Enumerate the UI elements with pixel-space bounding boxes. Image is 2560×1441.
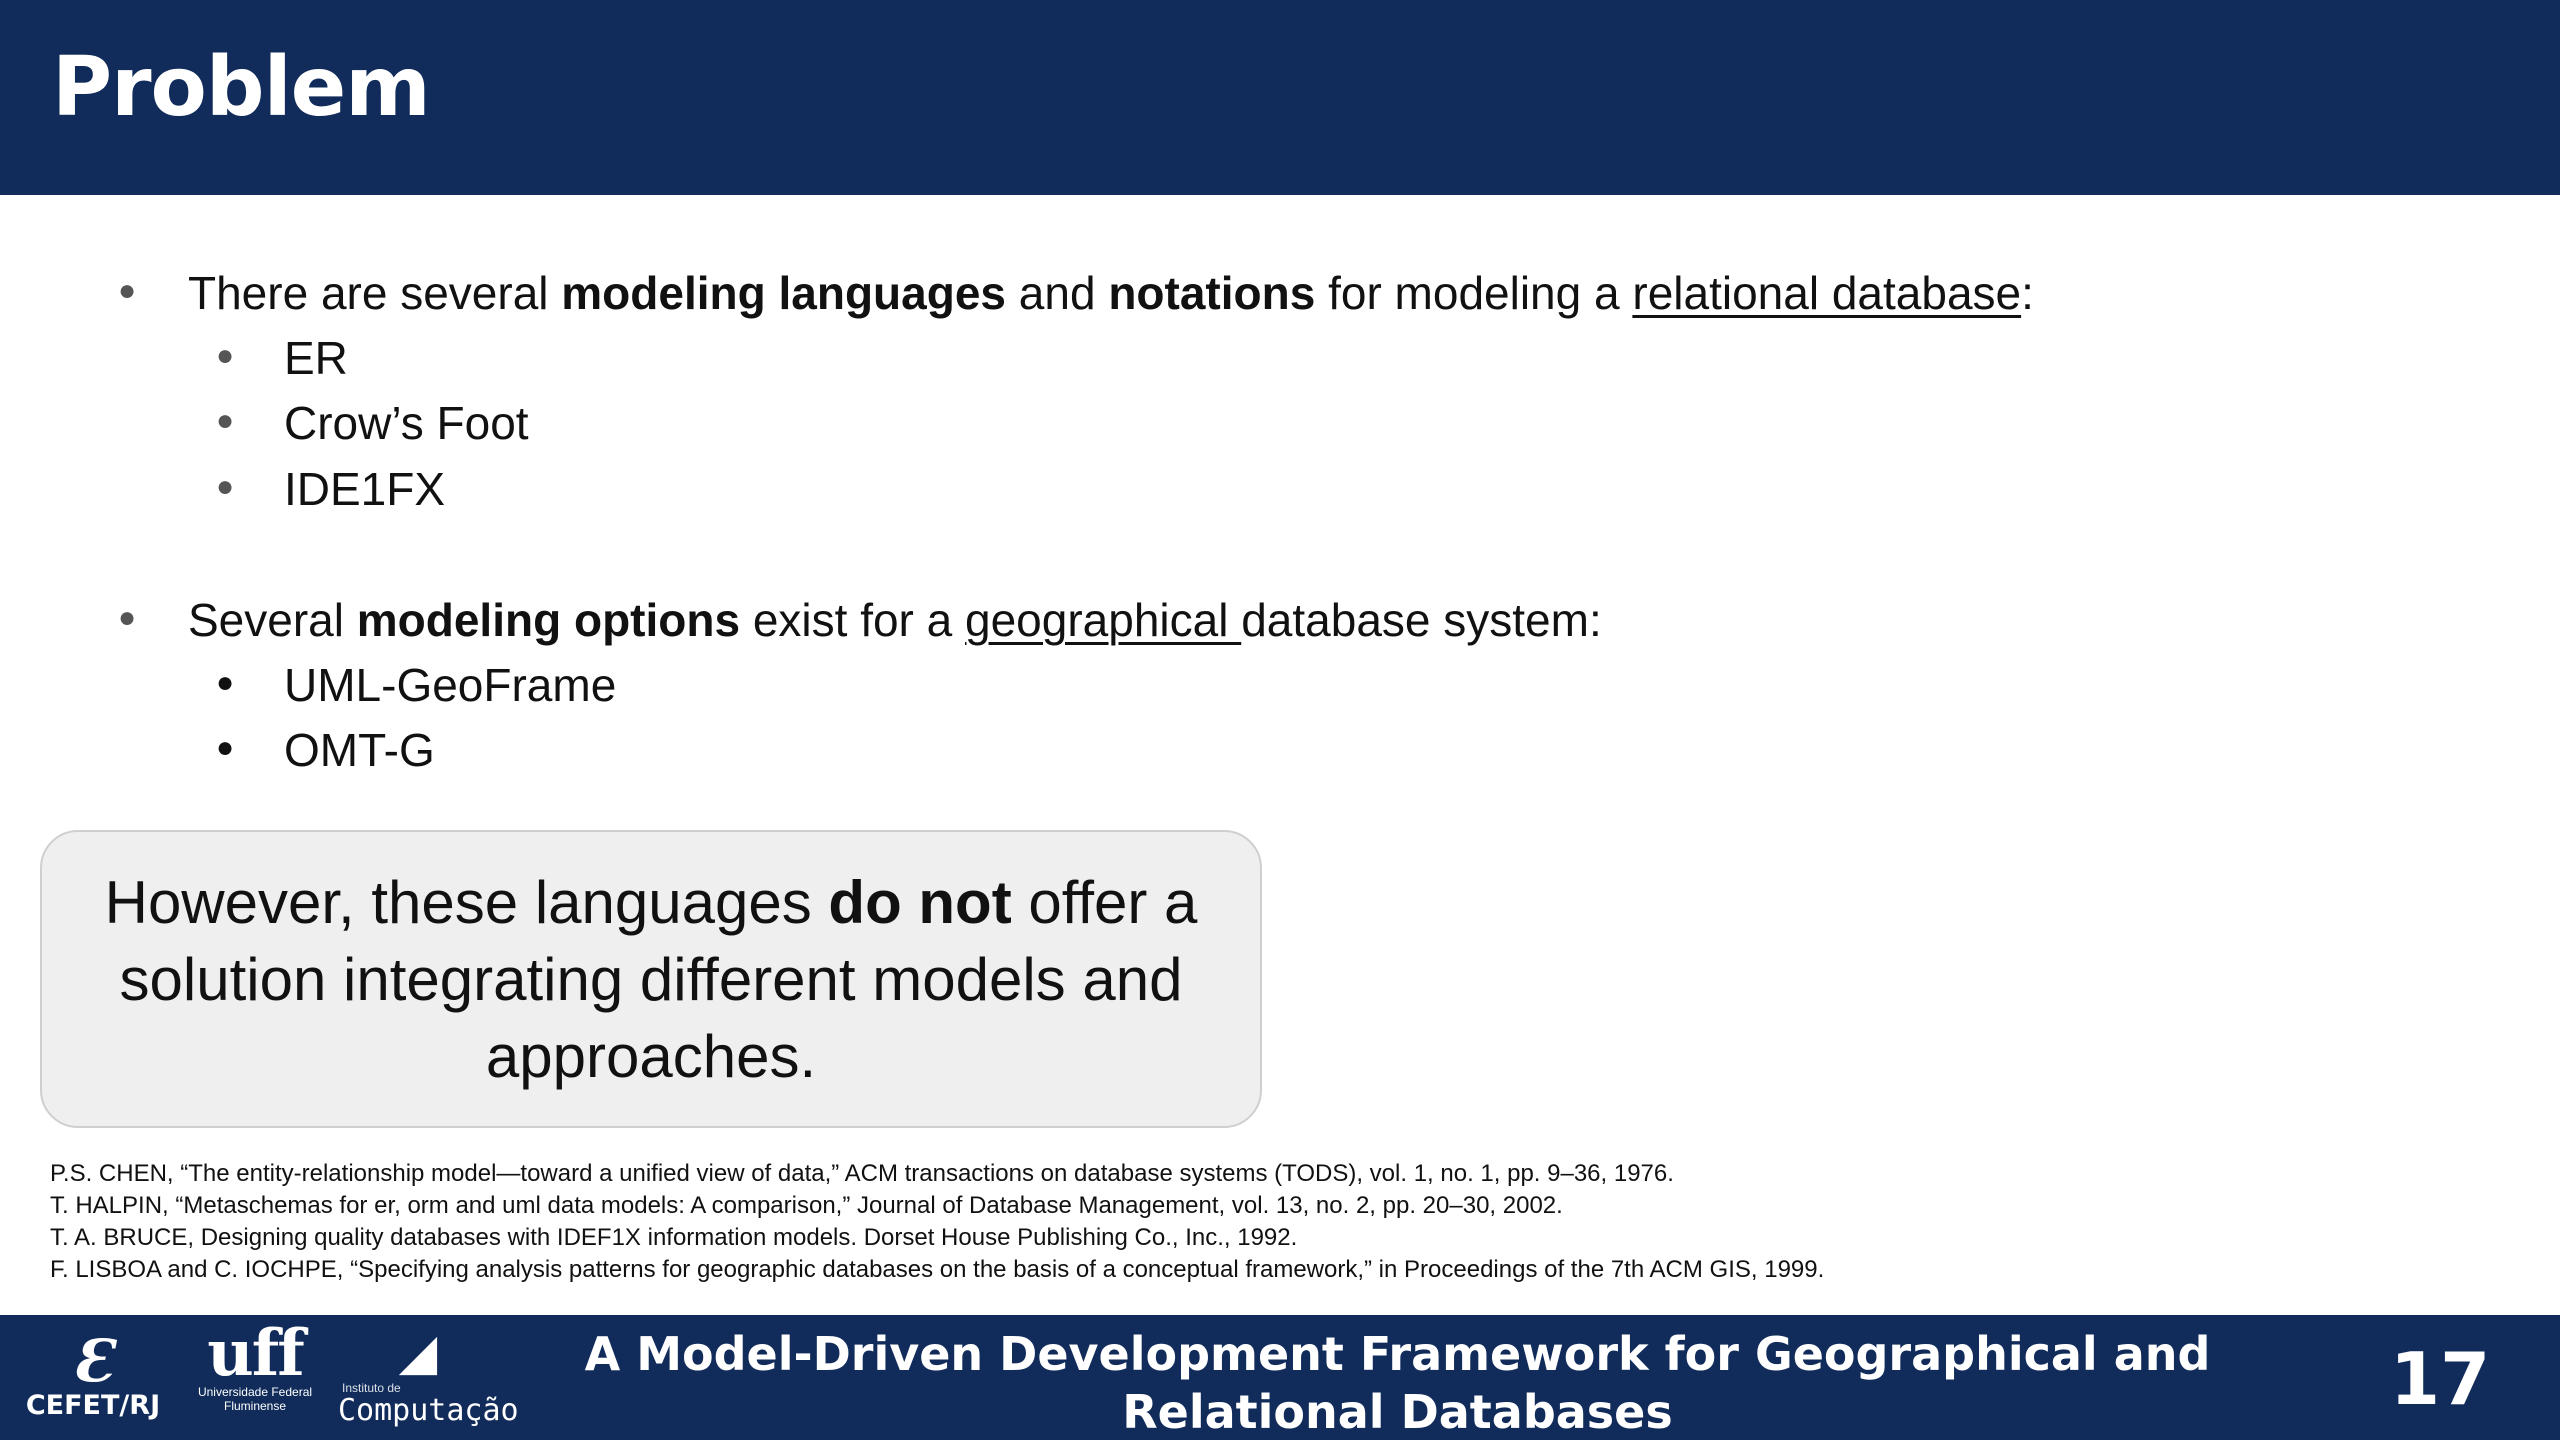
bullet-text: and (1006, 267, 1109, 319)
uff-logo: uff Universidade Federal Fluminense (190, 1316, 320, 1414)
sub-bullet-uml-geoframe: UML-GeoFrame (216, 662, 616, 708)
callout-box: However, these languages do not offer a … (40, 830, 1262, 1128)
bullet-text: for modeling a (1315, 267, 1633, 319)
bold-text: notations (1108, 267, 1316, 319)
reference-item: F. LISBOA and C. IOCHPE, “Specifying ana… (50, 1256, 1825, 1283)
sub-bullet-er: ER (216, 335, 348, 381)
ic-logo-mark: ◢ (398, 1323, 438, 1381)
slide-header: Problem (0, 0, 2560, 195)
callout-bold-text: do not (828, 868, 1012, 936)
bullet-text: database system: (1241, 594, 1602, 646)
bullet-geographical: Several modeling options exist for a geo… (118, 594, 1602, 646)
reference-item: T. A. BRUCE, Designing quality databases… (50, 1224, 1298, 1251)
reference-item: T. HALPIN, “Metaschemas for er, orm and … (50, 1192, 1563, 1219)
underlined-text: geographical (965, 594, 1242, 646)
bold-text: modeling options (356, 594, 741, 646)
callout-text-part: However, these languages (104, 868, 829, 936)
callout-text: However, these languages do not offer a … (101, 864, 1201, 1095)
reference-item: P.S. CHEN, “The entity-relationship mode… (50, 1160, 1674, 1187)
sub-bullet-crows-foot: Crow’s Foot (216, 400, 528, 446)
ic-logo-text: Computação (338, 1393, 519, 1428)
ic-logo-small-text: Instituto de (342, 1381, 401, 1395)
slide-title: Problem (52, 40, 431, 135)
bullet-text: exist for a (740, 594, 966, 646)
bullet-text: There are several (188, 267, 562, 319)
uff-logo-text: Universidade Federal Fluminense (197, 1385, 313, 1413)
slide-footer: Ɛ CEFET/RJ uff Universidade Federal Flum… (0, 1315, 2560, 1440)
bullet-relational: There are several modeling languages and… (118, 267, 2034, 319)
bullet-text: Several (188, 594, 357, 646)
sub-bullet-ide1fx: IDE1FX (216, 466, 445, 512)
page-number: 17 (2390, 1337, 2491, 1421)
uff-logo-mark: uff (207, 1316, 305, 1391)
cefet-logo-text: CEFET/RJ (25, 1390, 161, 1421)
cefet-logo: Ɛ CEFET/RJ (18, 1331, 168, 1421)
sub-bullet-omt-g: OMT-G (216, 727, 435, 773)
bullet-text: : (2021, 267, 2034, 319)
bold-text: modeling languages (561, 267, 1007, 319)
cefet-logo-mark: Ɛ (72, 1327, 114, 1395)
ic-logo: ◢ Instituto de Computação (338, 1323, 519, 1428)
references: P.S. CHEN, “The entity-relationship mode… (50, 1158, 2450, 1286)
underlined-text: relational database (1632, 267, 2022, 319)
footer-title: A Model-Driven Development Framework for… (584, 1327, 2211, 1439)
